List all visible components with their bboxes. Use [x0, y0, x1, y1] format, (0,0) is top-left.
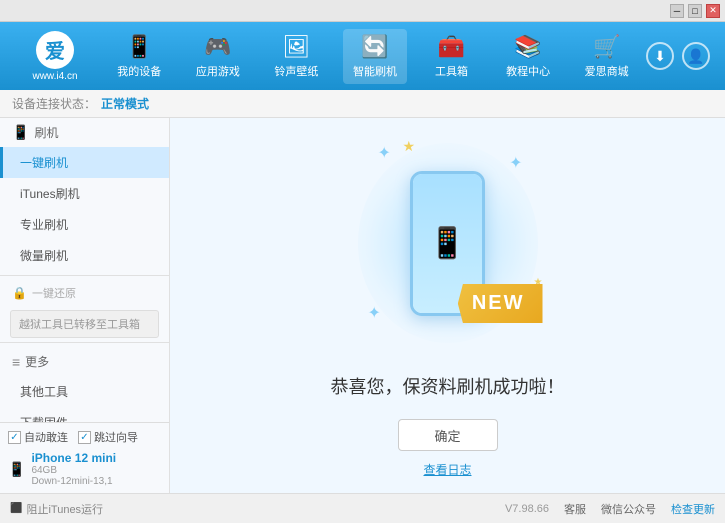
sidebar-item-pro-flash[interactable]: 专业刷机: [0, 209, 169, 240]
divider-2: [0, 342, 169, 343]
status-value: 正常模式: [101, 95, 149, 112]
nav-item-my-device[interactable]: 📱 我的设备: [107, 29, 171, 84]
nav-item-tutorial[interactable]: 📚 教程中心: [496, 29, 560, 84]
phone-illustration: ✦ ✦ ✦ 📱 NEW ★ ★: [348, 133, 548, 353]
bottom-right-items: V7.98.66 客服 微信公众号 检查更新: [505, 501, 715, 517]
device-info-row: 📱 iPhone 12 mini 64GB Down-12mini-13,1: [8, 451, 161, 487]
mall-icon: 🛒: [593, 34, 620, 60]
nav-item-mall[interactable]: 🛒 爱思商城: [575, 29, 639, 84]
check-update-link[interactable]: 检查更新: [671, 501, 715, 517]
title-bar: ─ □ ✕: [0, 0, 725, 22]
nav-right: ⬇ 👤: [646, 42, 715, 70]
checkbox-skip-wizard[interactable]: ✓ 跳过向导: [78, 429, 138, 445]
device-info: iPhone 12 mini 64GB Down-12mini-13,1: [31, 451, 116, 487]
stop-icon: ⬛: [10, 503, 22, 514]
success-title: 恭喜您，保资料刷机成功啦！: [331, 373, 565, 399]
content-area: ✦ ✦ ✦ 📱 NEW ★ ★ 恭喜您，保资料刷机成功啦！ 确定 查看日志: [170, 118, 725, 493]
top-nav: 爱 www.i4.cn 📱 我的设备 🎮 应用游戏 🖼 铃声壁纸 🔄 智能刷机: [0, 22, 725, 90]
auto-connect-checkbox[interactable]: ✓: [8, 431, 21, 444]
flash-section-icon: 📱: [12, 124, 29, 141]
device-name: iPhone 12 mini: [31, 451, 116, 465]
version-label: V7.98.66: [505, 503, 549, 515]
flash-section-label: 刷机: [34, 124, 58, 141]
full-bottom-bar: ⬛ 阻止iTunes运行 V7.98.66 客服 微信公众号 检查更新: [0, 493, 725, 523]
status-label: 设备连接状态：: [12, 95, 96, 112]
itunes-status: ⬛ 阻止iTunes运行: [10, 501, 103, 517]
wallpaper-icon: 🖼: [282, 34, 310, 60]
close-button[interactable]: ✕: [706, 4, 720, 18]
smart-flash-icon: 🔄: [361, 34, 388, 60]
nav-item-wallpaper[interactable]: 🖼 铃声壁纸: [264, 29, 328, 84]
sparkle-2: ✦: [509, 153, 522, 173]
middle-section: 📱 刷机 一键刷机 iTunes刷机 专业刷机 微量刷机: [0, 118, 725, 493]
device-model: Down-12mini-13,1: [31, 476, 116, 487]
sidebar-scroll: 📱 刷机 一键刷机 iTunes刷机 专业刷机 微量刷机: [0, 118, 169, 422]
lock-icon: 🔒: [12, 286, 27, 300]
sidebar-section-flash: 📱 刷机: [0, 118, 169, 147]
checkbox-row: ✓ 自动敢连 ✓ 跳过向导: [8, 429, 161, 445]
itunes-status-label: 阻止iTunes运行: [26, 501, 103, 517]
more-section-icon: ≡: [12, 354, 20, 370]
sparkle-1: ✦: [378, 143, 391, 163]
sidebar-item-micro-flash[interactable]: 微量刷机: [0, 240, 169, 271]
logo-area: 爱 www.i4.cn: [10, 31, 100, 82]
nav-item-smart-flash[interactable]: 🔄 智能刷机: [343, 29, 407, 84]
maximize-button[interactable]: □: [688, 4, 702, 18]
apps-icon: 🎮: [204, 34, 231, 60]
star-1: ★: [403, 138, 416, 155]
sidebar-item-download-firmware[interactable]: 下载固件: [0, 407, 169, 422]
device-phone-icon: 📱: [8, 461, 25, 478]
sidebar-item-other-tools[interactable]: 其他工具: [0, 376, 169, 407]
status-bar: 设备连接状态： 正常模式: [0, 90, 725, 118]
divider-1: [0, 275, 169, 276]
skip-wizard-label: 跳过向导: [94, 429, 138, 445]
nav-item-apps[interactable]: 🎮 应用游戏: [186, 29, 250, 84]
sidebar-section-restore: 🔒 一键还原: [0, 280, 169, 306]
title-bar-controls: ─ □ ✕: [670, 4, 720, 18]
view-log-link[interactable]: 查看日志: [423, 461, 471, 478]
auto-connect-label: 自动敢连: [24, 429, 68, 445]
sidebar-footer: ✓ 自动敢连 ✓ 跳过向导 📱 iPhone 12 min: [0, 422, 169, 493]
checkbox-auto-connect[interactable]: ✓ 自动敢连: [8, 429, 68, 445]
download-button[interactable]: ⬇: [646, 42, 674, 70]
sidebar-item-onekey-flash[interactable]: 一键刷机: [0, 147, 169, 178]
sparkle-3: ✦: [368, 303, 381, 323]
sidebar-item-itunes-flash[interactable]: iTunes刷机: [0, 178, 169, 209]
sidebar-section-more: ≡ 更多: [0, 347, 169, 376]
new-badge: NEW: [458, 284, 543, 323]
phone-screen-icon: 📱: [429, 226, 466, 261]
logo-text: www.i4.cn: [32, 71, 77, 82]
device-storage: 64GB: [31, 465, 116, 476]
skip-wizard-checkbox[interactable]: ✓: [78, 431, 91, 444]
nav-items: 📱 我的设备 🎮 应用游戏 🖼 铃声壁纸 🔄 智能刷机 🧰 工具箱 📚: [100, 29, 646, 84]
nav-item-toolbox[interactable]: 🧰 工具箱: [422, 29, 482, 84]
user-button[interactable]: 👤: [682, 42, 710, 70]
customer-service-link[interactable]: 客服: [564, 501, 586, 517]
wechat-link[interactable]: 微信公众号: [601, 501, 656, 517]
tutorial-icon: 📚: [514, 34, 541, 60]
toolbox-icon: 🧰: [438, 34, 465, 60]
confirm-button[interactable]: 确定: [398, 419, 498, 451]
disabled-notice: 越狱工具已转移至工具箱: [10, 310, 159, 338]
logo-icon: 爱: [45, 35, 65, 64]
app-wrapper: ─ □ ✕ 爱 www.i4.cn 📱 我的设备 🎮 应用游戏 🖼 铃声壁纸: [0, 0, 725, 523]
sidebar: 📱 刷机 一键刷机 iTunes刷机 专业刷机 微量刷机: [0, 118, 170, 493]
logo-circle: 爱: [36, 31, 74, 69]
minimize-button[interactable]: ─: [670, 4, 684, 18]
device-icon: 📱: [126, 34, 153, 60]
